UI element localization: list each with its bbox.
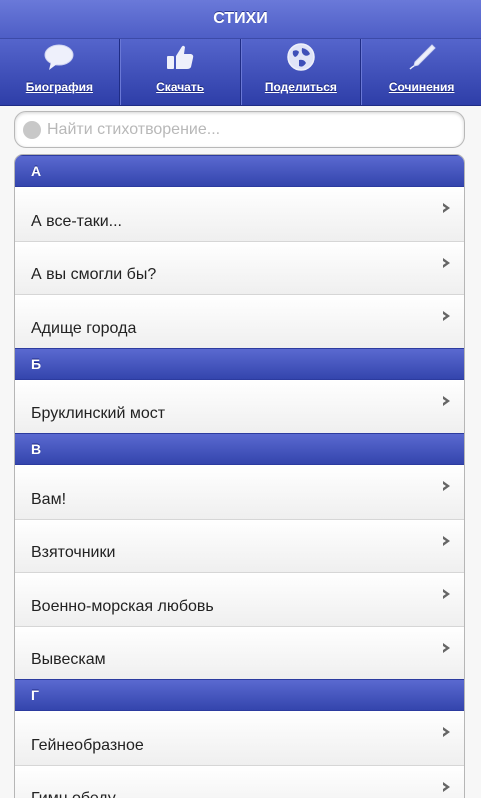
chevron-right-icon (443, 395, 450, 406)
list-divider-g: Г (15, 679, 464, 711)
list-item-label: Вам! (31, 490, 67, 508)
chevron-right-icon (443, 481, 450, 491)
list-item-label: Бруклинский мост (31, 405, 166, 422)
search-bar (0, 106, 481, 154)
nav-label: Поделиться (264, 80, 337, 94)
thumbs-up-icon (164, 42, 196, 72)
nav-works-button[interactable]: Сочинения (361, 39, 481, 105)
nav-share-button[interactable]: Поделиться (240, 39, 362, 105)
list-item-label: Вывескам (31, 651, 106, 668)
list-item-label: Адище города (31, 319, 137, 337)
pen-icon (406, 42, 438, 72)
list-item-label: Военно-морская любовь (31, 597, 214, 615)
list-item-label: Гейнеобразное (31, 736, 144, 754)
list-item[interactable]: А вы смогли бы? (15, 240, 464, 294)
chevron-right-icon (443, 642, 450, 653)
list-item-label: А все-таки... (31, 212, 122, 230)
list-item[interactable]: Гимн обеду (15, 764, 464, 798)
list-divider-b: Б (15, 347, 464, 380)
list-item[interactable]: Вам! (15, 465, 464, 519)
chevron-right-icon (443, 203, 450, 213)
chevron-right-icon (443, 589, 450, 599)
header: СТИХИ (0, 0, 481, 39)
list-item[interactable]: Бруклинский мост (15, 379, 464, 433)
chevron-right-icon (443, 311, 450, 321)
list-divider-a: А (15, 155, 464, 187)
list-item-label: Гимн обеду (31, 790, 116, 798)
search-input[interactable] (47, 120, 464, 139)
chevron-right-icon (443, 727, 450, 737)
nav-label: Скачать (156, 80, 205, 94)
app: СТИХИ Биография Скачать Поделиться Сочин… (0, 0, 481, 798)
list-item-label: Взяточники (31, 544, 116, 561)
list-item-label: А вы смогли бы? (31, 266, 157, 283)
chevron-right-icon (443, 535, 450, 546)
page-title: СТИХИ (213, 10, 268, 27)
speech-bubble-icon (43, 42, 75, 72)
list-item[interactable]: Взяточники (15, 518, 464, 572)
search-icon (23, 120, 41, 139)
chevron-right-icon (443, 257, 450, 268)
list-item[interactable]: Вывескам (15, 625, 464, 679)
list-item[interactable]: Адище города (15, 294, 464, 348)
search-box (14, 111, 465, 148)
nav-label: Сочинения (388, 80, 455, 94)
navbar: Биография Скачать Поделиться Сочинения (0, 39, 481, 106)
list-divider-v: В (15, 433, 464, 465)
list-item[interactable]: Военно-морская любовь (15, 572, 464, 626)
globe-icon (285, 42, 317, 72)
list-item[interactable]: А все-таки... (15, 187, 464, 241)
chevron-right-icon (443, 781, 450, 792)
nav-download-button[interactable]: Скачать (119, 39, 241, 105)
poem-list: А А все-таки... А вы смогли бы? Адище го… (14, 154, 465, 798)
nav-label: Биография (25, 80, 93, 94)
list-item[interactable]: Гейнеобразное (15, 711, 464, 765)
nav-biography-button[interactable]: Биография (0, 39, 120, 105)
